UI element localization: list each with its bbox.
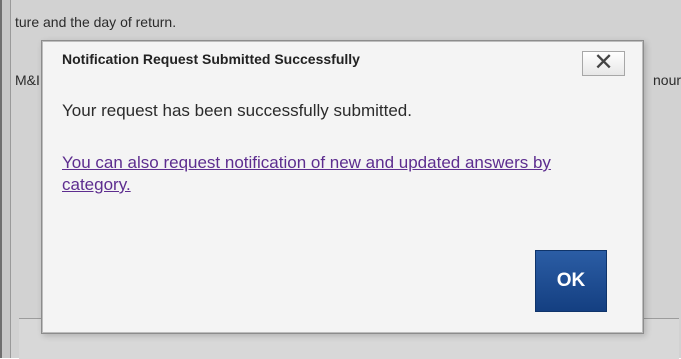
category-notification-link[interactable]: You can also request notification of new… <box>62 152 597 196</box>
dialog-title: Notification Request Submitted Successfu… <box>62 51 360 67</box>
background-text-line-2: M&I <box>15 72 40 88</box>
success-message: Your request has been successfully submi… <box>62 101 412 120</box>
background-text-line-3: nour <box>653 72 681 88</box>
close-icon: ✕ <box>593 48 614 76</box>
notification-dialog: Notification Request Submitted Successfu… <box>41 40 644 334</box>
close-button[interactable]: ✕ <box>582 48 625 76</box>
background-text-line-1: ture and the day of return. <box>15 14 177 30</box>
ok-button[interactable]: OK <box>535 250 607 312</box>
